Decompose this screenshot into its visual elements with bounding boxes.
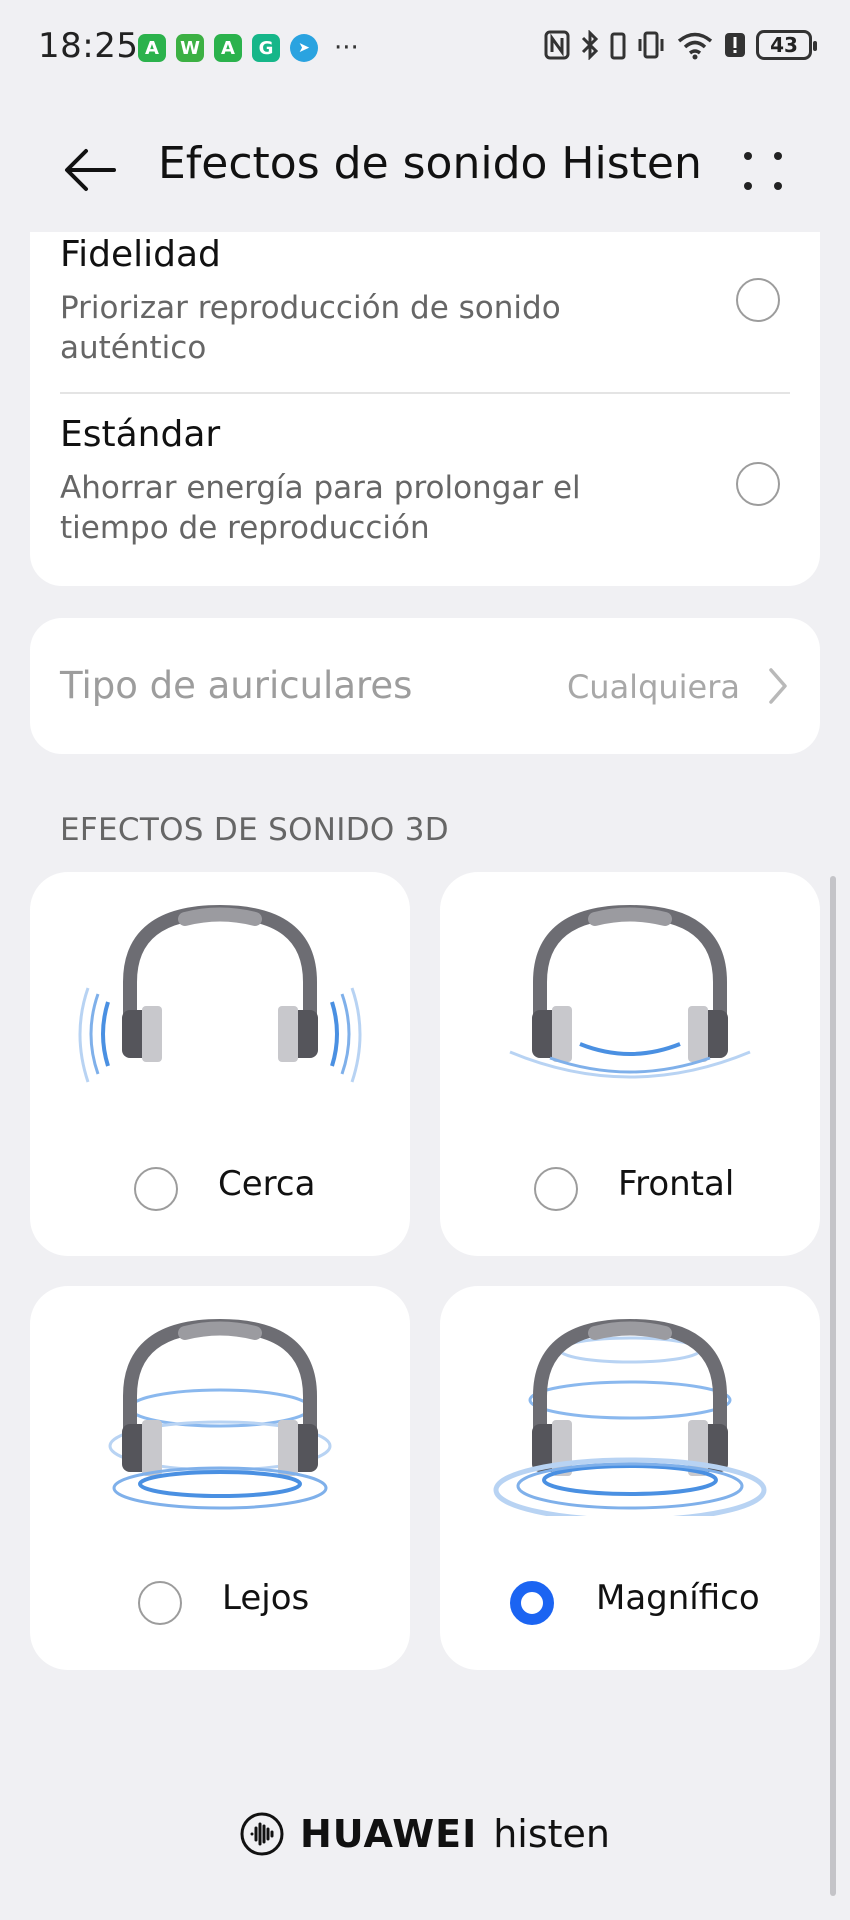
magnifico-radio[interactable]: [510, 1581, 554, 1625]
headphones-front-icon: [509, 904, 751, 1079]
telegram-icon: ➤: [290, 34, 318, 62]
effect-label: Cerca: [218, 1164, 316, 1204]
app-w-icon: W: [176, 34, 204, 62]
effect-label: Frontal: [618, 1164, 735, 1204]
divider: [60, 392, 790, 394]
effect-tile-lejos[interactable]: Lejos: [30, 1286, 410, 1670]
scrollbar[interactable]: [830, 876, 836, 1896]
effect-tile-frontal[interactable]: Frontal: [440, 872, 820, 1256]
headphone-type-label: Tipo de auriculares: [60, 664, 413, 707]
lejos-radio[interactable]: [138, 1581, 182, 1625]
section-header-3d: EFECTOS DE SONIDO 3D: [60, 812, 449, 848]
fidelidad-radio[interactable]: [736, 278, 780, 322]
mode-title: Fidelidad: [60, 234, 221, 275]
battery-indicator: 43: [756, 30, 817, 60]
status-bar: 18:25 A W A G ➤ ··· 43: [0, 0, 850, 96]
nfc-icon: [544, 30, 570, 60]
brand-name: HUAWEI: [300, 1812, 478, 1856]
page-title: Efectos de sonido Histen: [158, 138, 702, 189]
chevron-right-icon: [769, 668, 787, 704]
back-arrow-icon: [65, 149, 116, 191]
headphone-type-row[interactable]: Tipo de auriculares Cualquiera: [30, 618, 820, 754]
cerca-radio[interactable]: [134, 1167, 178, 1211]
sound-mode-card: Fidelidad Priorizar reproducción de soni…: [30, 232, 820, 586]
alert-icon: [725, 33, 745, 57]
more-dot: [774, 152, 782, 160]
battery-small-icon: [610, 32, 626, 60]
effect-tile-magnifico[interactable]: Magnífico: [440, 1286, 820, 1670]
app-a2-icon: A: [214, 34, 242, 62]
status-time: 18:25: [38, 26, 139, 66]
more-dot: [744, 152, 752, 160]
effect-tile-cerca[interactable]: Cerca: [30, 872, 410, 1256]
estandar-radio[interactable]: [736, 462, 780, 506]
headphone-type-value: Cualquiera: [566, 668, 740, 706]
product-name: histen: [493, 1812, 611, 1856]
wifi-icon: [677, 32, 713, 60]
mode-option-fidelidad[interactable]: Fidelidad Priorizar reproducción de soni…: [30, 232, 820, 392]
headphones-far-icon: [108, 1318, 332, 1510]
bluetooth-icon: [581, 30, 599, 60]
more-options-button[interactable]: [736, 142, 792, 198]
huawei-histen-logo: HUAWEI histen: [240, 1812, 610, 1856]
headphones-near-icon: [78, 904, 362, 1083]
histen-logo-icon: [240, 1812, 284, 1856]
headphones-grand-icon: [493, 1318, 767, 1516]
back-button[interactable]: [58, 138, 122, 202]
more-dot: [774, 182, 782, 190]
effect-label: Lejos: [222, 1578, 310, 1618]
system-icons: 43: [544, 30, 817, 60]
more-notifications-icon: ···: [334, 33, 359, 63]
mode-option-estandar[interactable]: Estándar Ahorrar energía para prolongar …: [30, 402, 820, 572]
frontal-radio[interactable]: [534, 1167, 578, 1211]
mode-title: Estándar: [60, 414, 221, 455]
vibrate-icon: [638, 31, 664, 59]
app-g-icon: G: [252, 34, 280, 62]
app-header: Efectos de sonido Histen: [0, 120, 850, 220]
effect-label: Magnífico: [596, 1578, 760, 1618]
mode-description: Ahorrar energía para prolongar el tiempo…: [60, 470, 581, 546]
notification-icons: A W A G ➤ ···: [138, 34, 359, 62]
more-dot: [744, 182, 752, 190]
app-a-icon: A: [138, 34, 166, 62]
mode-description: Priorizar reproducción de sonido auténti…: [60, 290, 561, 366]
